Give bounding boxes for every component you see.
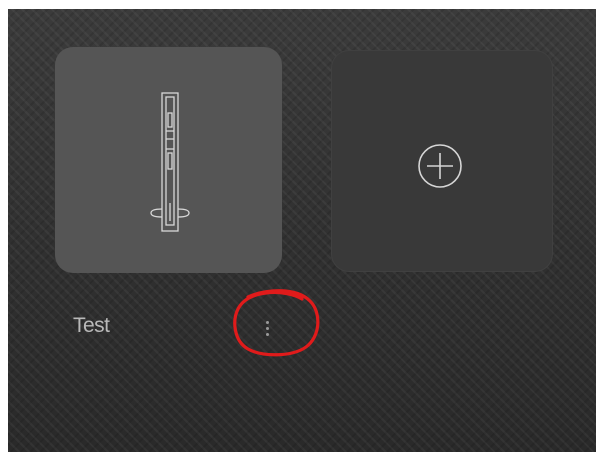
device-panel-icon [150,92,190,232]
add-tile-button[interactable] [331,50,553,272]
menu-dot [266,321,269,324]
menu-dot [266,333,269,336]
device-tile[interactable] [55,47,282,273]
menu-dot [266,327,269,330]
tile-menu-button[interactable] [257,313,279,343]
tile-label: Test [73,314,110,337]
add-circle-icon [418,144,462,188]
tile-grid-panel: Test [8,9,596,452]
